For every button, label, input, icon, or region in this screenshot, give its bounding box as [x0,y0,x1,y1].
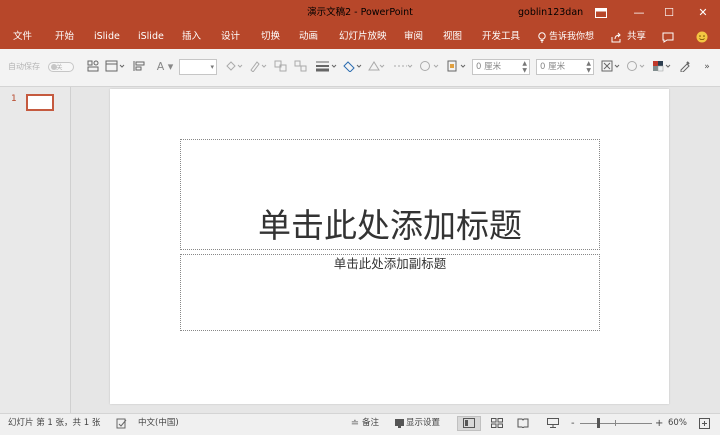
slide-number: 1 [11,94,17,104]
tab-file[interactable]: 文件 [13,25,32,49]
tab-design[interactable]: 设计 [221,25,240,49]
slide-sorter-icon[interactable] [488,414,506,433]
shape-width-input[interactable]: 0 厘米 ▲ ▼ [536,59,594,75]
normal-view-button[interactable] [457,416,481,431]
minimize-button[interactable]: — [624,0,654,25]
zoom-level[interactable]: 60% [668,414,687,433]
subtitle-placeholder-text[interactable]: 单击此处添加副标题 [180,255,600,273]
tab-review[interactable]: 审阅 [404,25,423,49]
notes-icon[interactable]: ≐ [349,414,361,433]
reading-view-icon[interactable] [514,414,532,433]
spin-up-icon[interactable]: ▲ [586,60,591,67]
eyedropper-icon[interactable] [678,60,692,74]
close-button[interactable]: ✕ [688,0,718,25]
account-name[interactable]: goblin123dan [518,0,583,25]
tab-slideshow[interactable]: 幻灯片放映 [339,25,387,49]
zoom-out-button[interactable]: - [571,414,575,433]
notes-button[interactable]: 备注 [362,414,379,433]
ribbon-display-icon[interactable] [586,0,616,25]
zoom-in-button[interactable]: + [655,414,663,433]
size-icon[interactable] [445,60,467,74]
shapes-icon[interactable] [86,60,100,74]
slide-count: 幻灯片 第 1 张，共 1 张 [8,418,101,428]
layout-icon[interactable] [104,60,126,74]
dash-style-icon[interactable] [392,60,414,74]
display-settings-icon[interactable] [392,414,406,433]
slides-pane [0,87,71,413]
more-options-icon[interactable]: » [700,60,714,74]
tab-islide-2[interactable]: iSlide [138,25,164,49]
shape-effects-icon[interactable] [366,60,386,74]
shape-outline-icon[interactable] [418,60,440,74]
spin-up-icon[interactable]: ▲ [522,60,527,67]
color-palette-icon[interactable] [651,60,673,74]
crop-icon[interactable] [600,60,622,74]
chevron-down-icon: ▾ [210,63,214,71]
title-placeholder-text[interactable]: 单击此处添加标题 [180,204,600,248]
line-style-icon[interactable] [314,60,338,74]
autosave-state: 关 [56,63,63,71]
autosave-label: 自动保存 [8,62,40,71]
tell-me-search[interactable]: 告诉我你想 [549,25,594,49]
arrange-icon[interactable] [293,60,309,74]
zoom-slider-handle[interactable] [597,418,600,428]
shape-height-input[interactable]: 0 厘米 ▲ ▼ [472,59,530,75]
display-settings-button[interactable]: 显示设置 [406,414,440,433]
tab-developer[interactable]: 开发工具 [482,25,520,49]
circle-shape-icon[interactable] [625,60,647,74]
spin-down-icon[interactable]: ▼ [522,67,527,74]
fill-color-icon[interactable] [224,60,244,74]
normal-view-icon [463,417,475,428]
shape-fill-icon[interactable] [341,60,363,74]
zoom-slider[interactable] [580,423,652,424]
group-icon[interactable] [273,60,289,74]
spell-check-icon[interactable] [114,414,128,433]
spin-down-icon[interactable]: ▼ [586,67,591,74]
font-size-input[interactable]: ▾ [179,59,217,75]
outline-color-icon[interactable] [248,60,268,74]
share-icon[interactable] [611,25,622,49]
tab-islide-1[interactable]: iSlide [94,25,120,49]
tab-view[interactable]: 视图 [443,25,462,49]
font-icon[interactable]: A ▾ [154,60,176,74]
tab-animations[interactable]: 动画 [299,25,318,49]
slideshow-view-icon[interactable] [544,414,562,433]
language-indicator[interactable]: 中文(中国) [138,414,179,433]
smiley-icon[interactable] [696,25,708,49]
lightbulb-icon [538,25,546,49]
tab-insert[interactable]: 插入 [182,25,201,49]
fit-to-window-icon[interactable] [696,414,712,433]
maximize-button[interactable]: ☐ [654,0,684,25]
zoom-center-tick [615,420,616,426]
comment-icon[interactable] [662,25,674,49]
tab-transitions[interactable]: 切换 [261,25,280,49]
align-icon[interactable] [132,60,148,74]
tab-home[interactable]: 开始 [55,25,74,49]
share-button[interactable]: 共享 [627,25,646,49]
slide-thumbnail[interactable] [26,94,54,111]
